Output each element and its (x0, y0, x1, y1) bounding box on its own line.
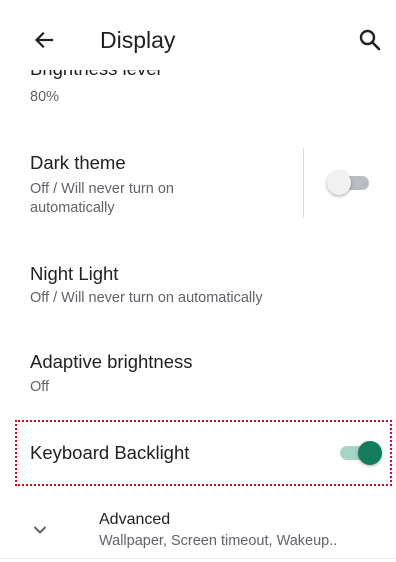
page-title: Display (100, 27, 176, 53)
adaptive-brightness-title: Adaptive brightness (30, 351, 193, 372)
app-bar: Display (0, 0, 396, 70)
dark-theme-title: Dark theme (30, 152, 126, 173)
advanced-summary: Wallpaper, Screen timeout, Wakeup.. (99, 533, 338, 549)
toggle-thumb (327, 171, 351, 195)
chevron-down-icon (34, 526, 46, 534)
adaptive-brightness-summary: Off (30, 379, 50, 395)
brightness-title-clip: Brightness level (30, 70, 330, 82)
settings-list: Brightness level 80% Dark theme Off / Wi… (0, 0, 396, 562)
divider (303, 148, 304, 218)
night-light-title: Night Light (30, 263, 119, 284)
highlight-frame (15, 420, 392, 486)
brightness-title: Brightness level (30, 70, 161, 81)
dark-theme-toggle[interactable] (327, 171, 373, 195)
brightness-summary: 80% (30, 89, 60, 105)
search-icon[interactable] (357, 27, 383, 53)
night-light-summary: Off / Will never turn on automatically (30, 290, 263, 306)
advanced-title: Advanced (99, 511, 171, 528)
dark-theme-summary-line1: Off / Will never turn on (30, 181, 174, 197)
dark-theme-summary-line2: automatically (30, 200, 115, 216)
arrow-back-icon[interactable] (30, 26, 58, 54)
bottom-divider (0, 558, 396, 559)
